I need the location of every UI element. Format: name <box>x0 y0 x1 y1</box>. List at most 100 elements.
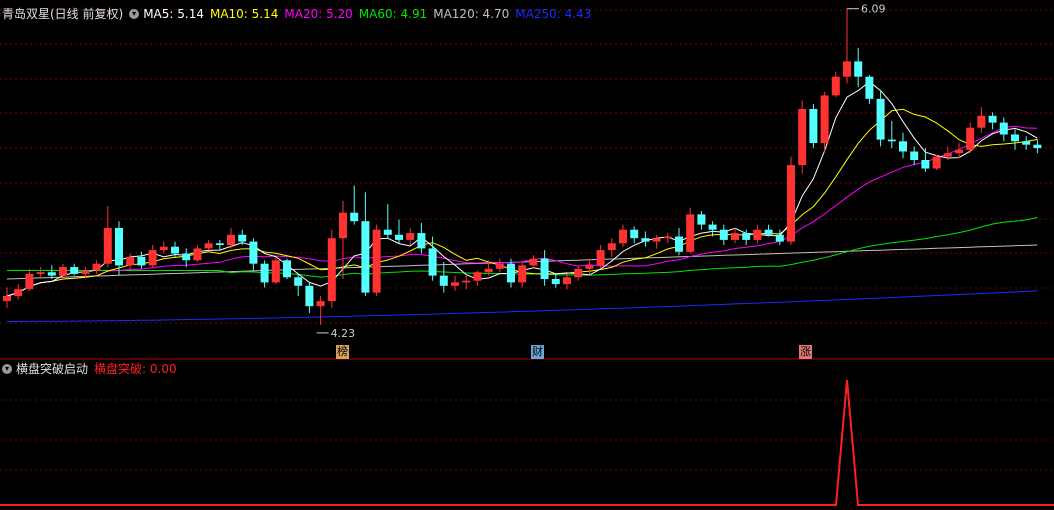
candle-up <box>3 296 11 302</box>
candle-up <box>686 214 695 252</box>
legend-breakout: 横盘突破: 0.00 <box>94 362 177 376</box>
candle-up <box>372 229 381 293</box>
candle-down <box>249 241 258 264</box>
badge-bang[interactable]: 榜 <box>336 345 349 359</box>
badge-zhang[interactable]: 涨 <box>799 345 812 359</box>
candle-up <box>126 256 135 266</box>
candle-down <box>238 234 247 242</box>
candle-up <box>574 268 583 278</box>
candle-down <box>876 98 885 140</box>
candle-up <box>103 228 112 264</box>
candle-up <box>955 149 963 154</box>
candle-up <box>798 109 807 166</box>
candle-down <box>305 285 314 307</box>
badge-cai[interactable]: 财 <box>531 345 544 359</box>
candle-down <box>999 122 1008 135</box>
candle-up <box>484 268 493 273</box>
candle-up <box>148 250 157 266</box>
candle-down <box>630 229 639 239</box>
candle-down <box>540 258 549 279</box>
candle-down <box>350 212 359 222</box>
candle-up <box>406 233 415 240</box>
candle-down <box>361 221 370 293</box>
candle-down <box>439 275 448 286</box>
legend-ma250: MA250: 4.43 <box>515 7 592 21</box>
legend-ma120: MA120: 4.70 <box>433 7 510 21</box>
candle-up <box>753 229 762 240</box>
low-label: 4.23 <box>331 327 356 340</box>
candle-down <box>428 248 437 276</box>
candle-down <box>1022 141 1031 145</box>
main-chart-legend: 青岛双星(日线 前复权) ▾ MA5: 5.14 MA10: 5.14 MA20… <box>2 6 597 22</box>
candle-up <box>731 233 739 240</box>
candle-up <box>25 273 34 290</box>
settings-circle-icon[interactable]: ▾ <box>2 364 12 374</box>
candle-down <box>182 253 191 261</box>
main-chart-title: 青岛双星(日线 前复权) <box>2 7 124 21</box>
candle-down <box>260 263 269 283</box>
candle-down <box>899 141 907 152</box>
candle-up <box>619 229 627 244</box>
candle-up <box>473 272 482 281</box>
candle-down <box>809 109 818 143</box>
candle-up <box>339 212 347 239</box>
candle-up <box>529 258 538 266</box>
candle-down <box>988 115 997 123</box>
candle-down <box>697 214 706 225</box>
candle-up <box>977 115 986 128</box>
candle-up <box>831 76 840 96</box>
candle-up <box>81 270 90 274</box>
candle-up <box>787 165 795 242</box>
ma250-line <box>7 290 1038 322</box>
legend-ma5: MA5: 5.14 <box>143 7 204 21</box>
candle-down <box>383 229 392 235</box>
candle-up <box>820 95 829 143</box>
kline-chart[interactable]: 6.09 4.23 <box>0 0 1054 510</box>
candle-up <box>271 260 280 283</box>
candle-up <box>204 243 213 249</box>
candle-up <box>943 153 952 157</box>
candle-up <box>327 238 336 302</box>
legend-ma60: MA60: 4.91 <box>358 7 428 21</box>
candle-down <box>675 236 683 252</box>
candle-down <box>215 243 224 245</box>
candle-down <box>641 238 650 242</box>
candle-down <box>910 151 919 160</box>
candle-up <box>36 272 45 274</box>
candle-up <box>966 127 975 150</box>
candle-down <box>854 61 863 77</box>
candle-down <box>921 160 930 169</box>
candle-down <box>887 139 896 142</box>
candle-down <box>507 263 515 283</box>
candle-up <box>159 246 168 251</box>
candle-up <box>607 243 616 251</box>
candle-down <box>137 256 146 266</box>
legend-ma20: MA20: 5.20 <box>284 7 353 21</box>
candle-up <box>451 282 459 286</box>
settings-circle-icon[interactable]: ▾ <box>129 9 140 19</box>
high-label: 6.09 <box>861 3 886 16</box>
candle-up <box>14 289 23 296</box>
candle-up <box>585 265 594 269</box>
candle-down <box>70 267 79 274</box>
candle-up <box>663 236 672 239</box>
candle-up <box>462 280 471 283</box>
candle-down <box>294 277 303 286</box>
candle-up <box>227 234 235 245</box>
candle-up <box>59 267 67 276</box>
candle-down <box>1011 134 1019 142</box>
candle-up <box>92 263 101 271</box>
legend-ma10: MA10: 5.14 <box>209 7 279 21</box>
candle-down <box>551 279 560 285</box>
candle-down <box>47 272 56 276</box>
candle-down <box>764 229 773 235</box>
sub-chart-title: 横盘突破启动 <box>16 362 89 376</box>
candle-down <box>865 76 874 99</box>
candle-down <box>283 260 291 278</box>
candle-up <box>932 156 941 169</box>
candle-up <box>596 250 605 266</box>
candle-up <box>843 61 851 77</box>
candle-up <box>316 301 325 307</box>
candle-up <box>652 238 661 242</box>
candle-down <box>417 233 426 249</box>
